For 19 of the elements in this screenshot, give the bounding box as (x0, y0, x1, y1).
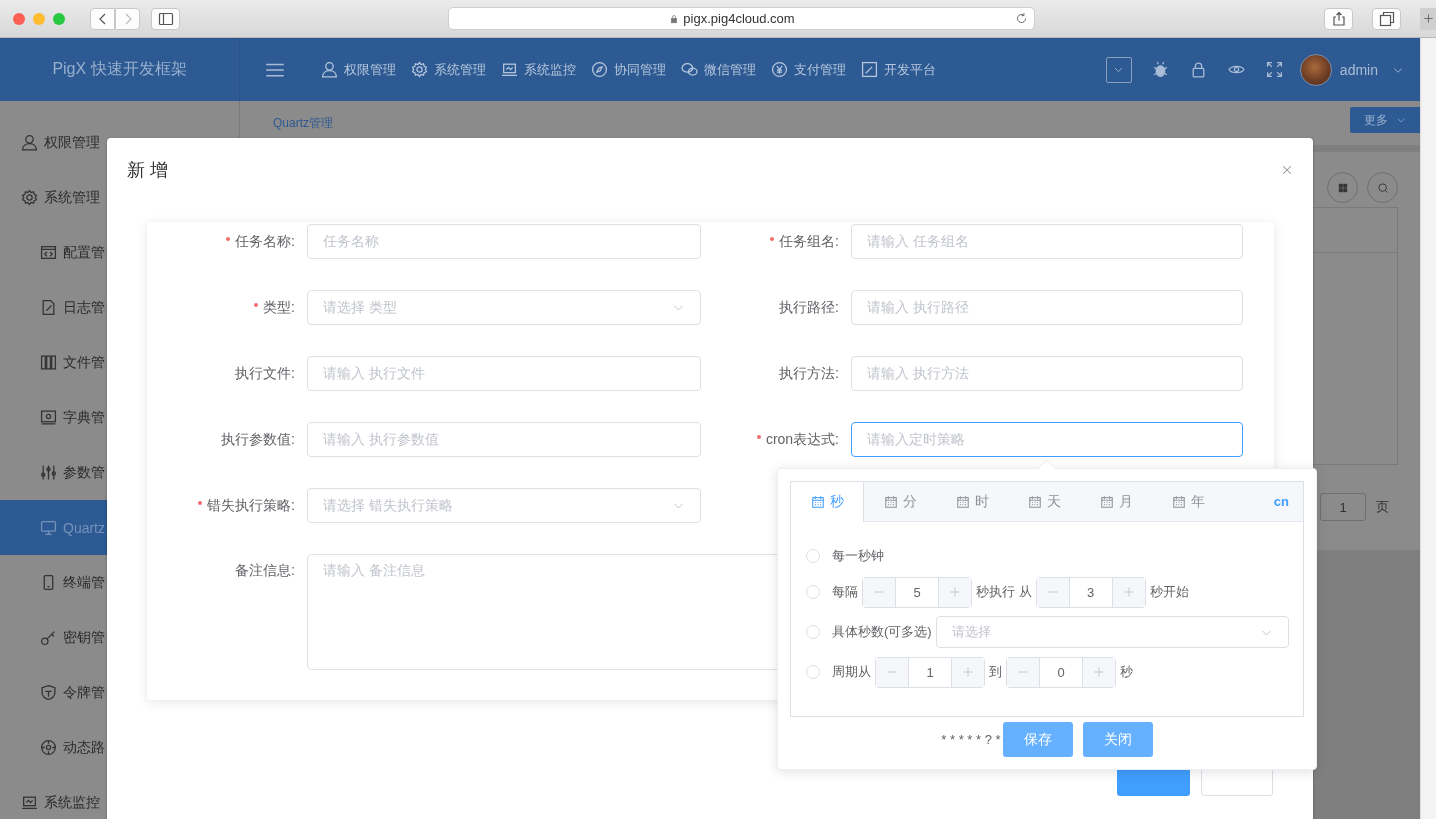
option-label: 每隔 (832, 583, 858, 601)
field-label: cron表达式: (756, 430, 839, 449)
field-label: 执行参数值: (221, 430, 295, 449)
field-label: 错失执行策略: (198, 496, 295, 515)
app-title: PigX 快速开发框架 (52, 59, 187, 79)
url-text: pigx.pig4cloud.com (683, 11, 795, 26)
field-label: 执行路径: (779, 298, 839, 317)
field-label: 备注信息: (235, 562, 295, 580)
cron-expression: * * * * * ? * (941, 732, 1001, 747)
option-label: 秒执行 从 (976, 583, 1032, 601)
field-label: 类型: (254, 298, 295, 317)
option-label: 秒开始 (1149, 583, 1189, 601)
field-label: 任务名称: (226, 232, 295, 251)
field-label: 执行方法: (779, 364, 839, 383)
option-label: 具体秒数(可多选) (832, 623, 932, 641)
field-label: 任务组名: (770, 232, 839, 251)
dialog-title: 新 增 (127, 159, 168, 182)
page-label: 页 (1376, 498, 1389, 516)
field-label: 执行文件: (235, 364, 295, 383)
